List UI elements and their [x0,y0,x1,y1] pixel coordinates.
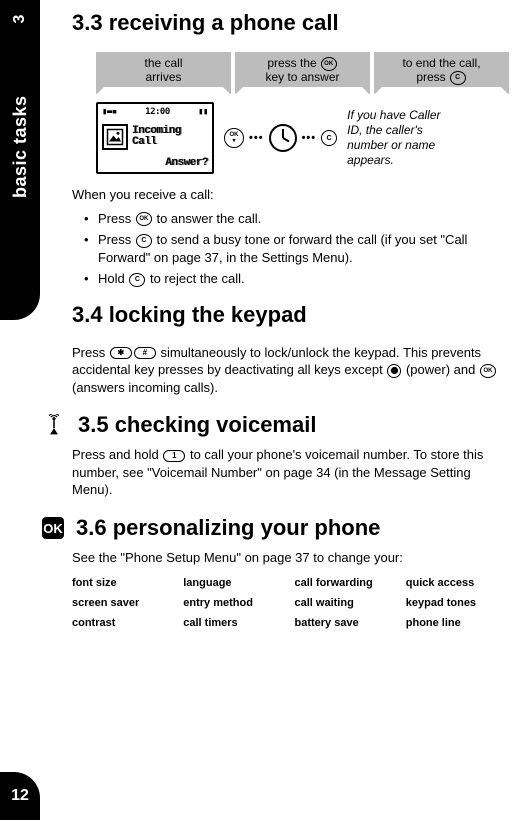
text-segment: Press and hold [72,447,162,462]
c-key-icon: C [450,71,466,85]
screen-answer-prompt: Answer? [102,157,208,169]
one-key-icon: 1 [163,450,185,462]
setup-option: screen saver [72,597,175,609]
bullet-text: Press [98,232,135,247]
setup-option: phone line [406,617,509,629]
c-key-icon: C [321,130,337,146]
receive-call-bullets: Press OK to answer the call. Press C to … [72,210,509,288]
section-3-3-heading: 3.3 receiving a phone call [72,10,509,36]
phone-screen-mock: ▮▬▪ 12:00 ▮▮ Incoming Call Answer? [96,102,214,174]
text-segment: Press [72,345,109,360]
bullet-item: Press OK to answer the call. [90,210,509,228]
caller-id-sidenote: If you have Caller ID, the caller's numb… [347,108,452,168]
c-key-icon: C [129,273,145,287]
signal-icon: ▮▬▪ [102,107,117,117]
text-segment: (answers incoming calls). [72,380,218,395]
setup-option: language [183,577,286,589]
diagram-row: ▮▬▪ 12:00 ▮▮ Incoming Call Answer? OK ▾ … [96,102,509,174]
ok-key-icon: OK [321,57,337,71]
ok-key-icon: OK [480,364,496,378]
text-segment: (power) and [402,362,479,377]
setup-option: call forwarding [295,577,398,589]
chapter-title: basic tasks [10,95,31,198]
setup-option: call waiting [295,597,398,609]
ok-key-icon: OK [136,212,152,226]
setup-option: entry method [183,597,286,609]
bullet-text: Press [98,211,135,226]
step-text: key to answer [265,71,339,85]
bullet-text: to answer the call. [153,211,261,226]
setup-option: quick access [406,577,509,589]
hash-key-icon: # [134,347,156,359]
step-chip-answer: press the OK key to answer [235,52,370,94]
step-text: arrives [145,71,181,85]
section-3-4-heading: 3.4 locking the keypad [72,302,509,328]
c-key-icon: C [136,234,152,248]
page-content: 3.3 receiving a phone call the call arri… [64,0,531,639]
setup-option: battery save [295,617,398,629]
voicemail-network-icon [42,413,66,437]
screen-time: 12:00 [145,107,170,117]
flow-dots: ••• [302,132,317,144]
ok-badge-icon: OK [42,517,64,539]
clock-icon [269,124,297,152]
power-key-icon [387,364,401,378]
bullet-item: Hold C to reject the call. [90,270,509,288]
call-steps-row: the call arrives press the OK key to ans… [96,52,509,94]
flow-arrows: OK ▾ ••• ••• C [224,124,337,152]
chapter-tab: 3 basic tasks [0,0,40,320]
lock-keypad-text: Press ✱# simultaneously to lock/unlock t… [72,344,509,397]
setup-option: contrast [72,617,175,629]
step-chip-end: to end the call, press C [374,52,509,94]
chapter-number: 3 [11,0,29,39]
voicemail-text: Press and hold 1 to call your phone's vo… [72,446,509,499]
receive-call-intro: When you receive a call: [72,186,509,204]
screen-line2: Call [132,137,181,148]
setup-option: call timers [183,617,286,629]
bullet-item: Press C to send a busy tone or forward t… [90,231,509,266]
section-3-5-heading: 3.5 checking voicemail [78,412,316,438]
battery-icon: ▮▮ [198,107,208,117]
step-text: press [416,71,445,85]
bullet-text: to send a busy tone or forward the call … [98,232,467,265]
flow-dots: ••• [249,132,264,144]
step-text: press the [267,57,316,71]
section-3-6-heading: 3.6 personalizing your phone [76,515,380,541]
step-chip-arrives: the call arrives [96,52,231,94]
setup-option: font size [72,577,175,589]
setup-options-grid: font size language call forwarding quick… [72,577,509,629]
personalize-intro: See the "Phone Setup Menu" on page 37 to… [72,549,509,567]
page-number: 12 [0,772,40,820]
star-key-icon: ✱ [110,347,132,359]
bullet-text: to reject the call. [146,271,244,286]
bullet-text: Hold [98,271,128,286]
step-text: the call [144,57,182,71]
setup-option: keypad tones [406,597,509,609]
step-text: to end the call, [402,57,480,71]
caller-avatar-icon [102,124,128,150]
ok-key-icon: OK ▾ [224,128,244,148]
